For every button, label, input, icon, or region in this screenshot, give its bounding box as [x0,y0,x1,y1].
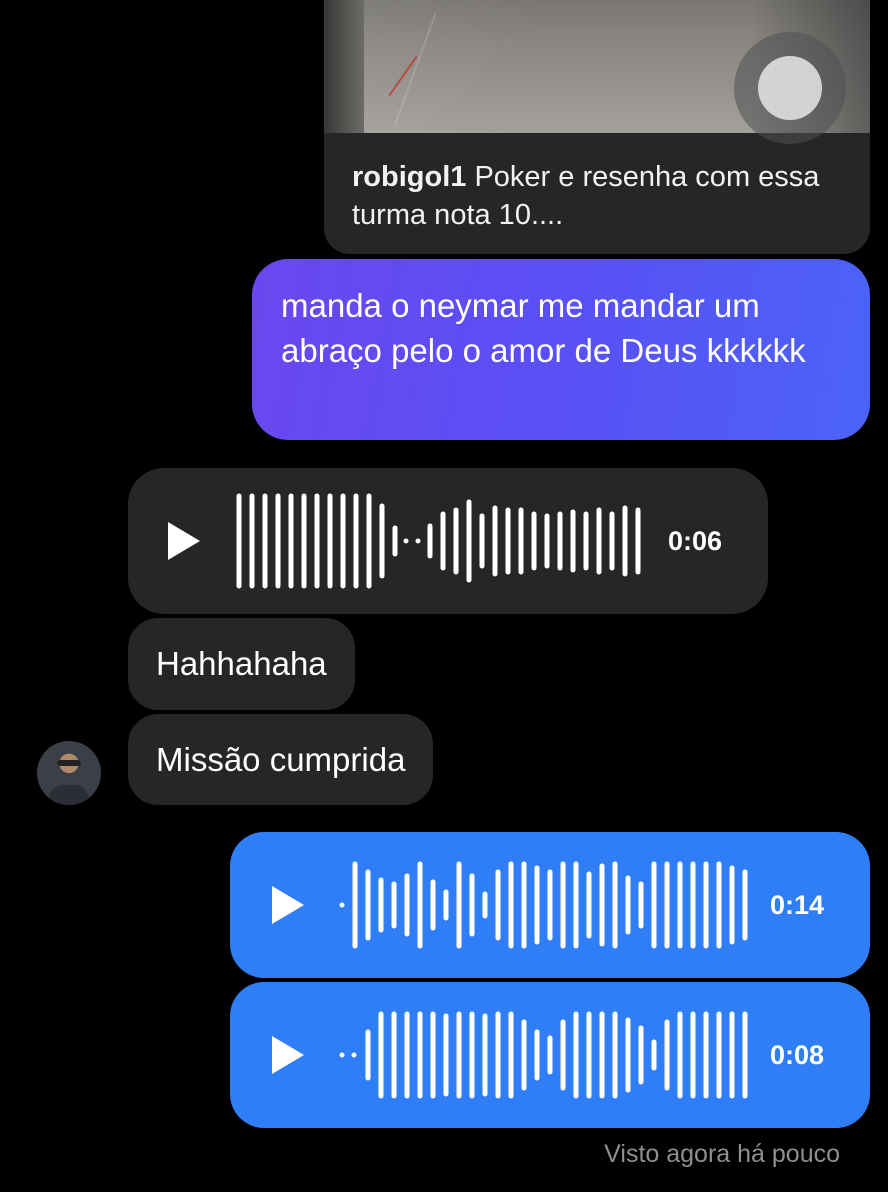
shared-post-image[interactable] [324,0,870,144]
post-caption: robigol1 Poker e resenha com essa turma … [352,158,832,234]
play-icon[interactable] [168,522,200,560]
voice-waveform[interactable] [336,854,752,956]
video-play-icon-inner [758,56,822,120]
audio-duration: 0:14 [770,890,825,920]
incoming-message-text: Hahhahaha [156,645,327,682]
outgoing-voice-message[interactable]: 0:08 [230,982,870,1128]
incoming-message-text: Missão cumprida [156,740,406,778]
outgoing-voice-message[interactable]: 0:14 [230,832,870,978]
incoming-message-bubble[interactable]: Missão cumprida [128,714,434,805]
avatar-shirt [49,785,89,805]
shared-post-card[interactable]: robigol1 Poker e resenha com essa turma … [324,0,870,254]
voice-waveform[interactable] [336,1004,752,1106]
avatar-glasses [57,760,81,766]
play-icon[interactable] [272,1036,304,1074]
video-play-icon[interactable] [734,32,846,144]
seen-status: Visto agora há pouco [604,1140,840,1168]
image-edge [324,0,364,133]
outgoing-message-text: manda o neymar me mandar um abraço pelo … [281,287,806,369]
audio-duration: 0:08 [770,1040,825,1070]
audio-duration: 0:06 [668,526,723,556]
floor-crack [393,13,437,127]
incoming-voice-message[interactable]: 0:06 [128,468,768,614]
outgoing-message-bubble[interactable]: manda o neymar me mandar um abraço pelo … [252,259,870,440]
sender-avatar[interactable] [37,741,101,805]
play-icon[interactable] [272,886,304,924]
incoming-message-bubble[interactable]: Hahhahaha [128,618,355,710]
post-username[interactable]: robigol1 [352,161,466,193]
